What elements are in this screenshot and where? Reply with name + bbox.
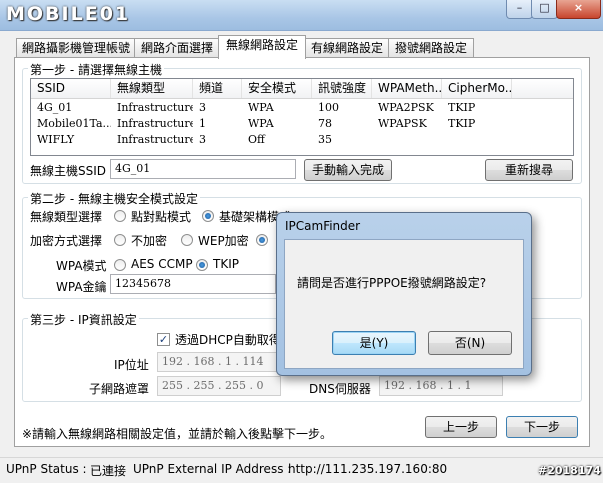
dns-label: DNS伺服器	[309, 382, 371, 396]
table-cell: 35	[318, 133, 332, 146]
upnp-ip-value: http://111.235.197.160:80	[288, 462, 448, 476]
manual-entry-button[interactable]: 手動輸入完成	[304, 159, 392, 181]
adhoc-radio[interactable]	[114, 210, 126, 222]
table-cell: WPA	[248, 101, 274, 114]
ssid-label: 無線主機SSID	[30, 164, 107, 178]
wpa-mode-label: WPA模式	[56, 259, 107, 273]
dhcp-label: 透過DHCP自動取得	[175, 333, 281, 347]
table-cell[interactable]: 4G_01	[31, 100, 111, 116]
table-cell: Off	[248, 133, 265, 146]
wireless-type-label: 無線類型選擇	[30, 210, 103, 224]
table-cell: Infrastructure	[117, 101, 193, 114]
step1-title: 第一步 - 請選擇無線主機	[28, 61, 164, 78]
watermark: #2018174	[538, 464, 601, 477]
infrastructure-radio[interactable]	[202, 210, 214, 222]
tab-wireless-settings[interactable]: 無線網路設定	[218, 35, 306, 59]
adhoc-label: 點對點模式	[131, 210, 192, 224]
tkip-radio[interactable]	[196, 259, 208, 271]
wpa-key-label: WPA金鑰	[56, 280, 107, 294]
table-cell: 3	[199, 101, 206, 114]
prev-step-button[interactable]: 上一步	[425, 416, 497, 438]
dhcp-checkbox[interactable]: ✓	[157, 333, 170, 346]
encryption-label: 加密方式選擇	[30, 234, 103, 248]
table-cell: 3	[199, 133, 206, 146]
table-cell[interactable]: WIFLY	[31, 132, 111, 148]
no-button[interactable]: 否(N)	[428, 331, 512, 355]
wep-label: WEP加密	[198, 234, 249, 248]
status-bar: UPnP Status : 已連接 UPnP External IP Addre…	[0, 457, 603, 483]
dialog-message: 請問是否進行PPPOE撥號網路設定?	[297, 276, 487, 290]
table-cell: TKIP	[448, 101, 476, 114]
table-cell: Infrastructure	[117, 117, 193, 130]
instruction-note: ※請輸入無線網路相關設定值，並請於輸入後點擊下一步。	[22, 427, 333, 441]
dns-server-field[interactable]: 192 . 168 . 1 . 1	[379, 376, 503, 396]
wpa-radio[interactable]	[256, 234, 268, 246]
ssid-input[interactable]: 4G_01	[110, 159, 296, 179]
step2-title: 第二步 - 無線主機安全模式設定	[28, 190, 200, 207]
next-step-button[interactable]: 下一步	[506, 416, 578, 438]
tkip-label: TKIP	[213, 257, 239, 271]
wpa-key-input[interactable]: 12345678	[110, 274, 276, 294]
no-encryption-label: 不加密	[131, 234, 168, 248]
title-bar: MOBILE01 – □ ×	[0, 0, 603, 31]
table-cell: 1	[199, 117, 206, 130]
wep-radio[interactable]	[181, 234, 193, 246]
col-channel[interactable]: 頻道	[193, 79, 242, 98]
col-ssid[interactable]: SSID	[31, 79, 111, 98]
ip-address-field[interactable]: 192 . 168 . 1 . 114	[157, 352, 281, 372]
minimize-button[interactable]: –	[506, 0, 533, 19]
close-button[interactable]: ×	[556, 0, 601, 19]
col-wpa-method[interactable]: WPAMeth...	[372, 79, 442, 98]
ip-label: IP位址	[114, 358, 149, 372]
upnp-ip-label: UPnP External IP Address :	[133, 462, 292, 476]
tab-wired-settings[interactable]: 有線網路設定	[304, 38, 390, 58]
subnet-mask-field[interactable]: 255 . 255 . 255 . 0	[157, 376, 281, 396]
tab-network-interface[interactable]: 網路介面選擇	[134, 38, 220, 58]
upnp-status-value: 已連接	[90, 464, 127, 478]
aes-ccmp-radio[interactable]	[114, 259, 126, 271]
table-cell: 100	[318, 101, 339, 114]
table-cell: WPAPSK	[378, 117, 427, 130]
table-cell: 78	[318, 117, 332, 130]
step3-title: 第三步 - IP資訊設定	[28, 311, 139, 328]
subnet-mask-label: 子網路遮罩	[89, 382, 150, 396]
dialog-body: 請問是否進行PPPOE撥號網路設定? 是(Y) 否(N)	[284, 239, 524, 369]
col-security[interactable]: 安全模式	[242, 79, 312, 98]
aes-ccmp-label: AES CCMP	[131, 257, 193, 271]
table-cell[interactable]: Mobile01Ta...	[31, 116, 111, 132]
col-signal[interactable]: 訊號強度	[312, 79, 372, 98]
col-type[interactable]: 無線類型	[111, 79, 193, 98]
table-cell: Infrastructure	[117, 133, 193, 146]
table-cell: WPA2PSK	[378, 101, 434, 114]
app-logo: MOBILE01	[6, 3, 131, 25]
upnp-status-label: UPnP Status :	[6, 462, 87, 476]
col-cipher-mode[interactable]: CipherMo...	[442, 79, 512, 98]
wifi-list[interactable]: SSID 無線類型 頻道 安全模式 訊號強度 WPAMeth... Cipher…	[30, 78, 574, 156]
dialog-title: IPCamFinder	[285, 219, 361, 233]
wifi-list-header: SSID 無線類型 頻道 安全模式 訊號強度 WPAMeth... Cipher…	[31, 79, 573, 99]
tab-camera-account[interactable]: 網路攝影機管理帳號	[16, 38, 136, 58]
table-cell: WPA	[248, 117, 274, 130]
table-cell: TKIP	[448, 117, 476, 130]
tab-dialup-settings[interactable]: 撥號網路設定	[388, 38, 474, 58]
pppoe-dialog: IPCamFinder 請問是否進行PPPOE撥號網路設定? 是(Y) 否(N)	[276, 212, 532, 376]
table-cell	[372, 132, 442, 148]
table-cell	[442, 132, 512, 148]
yes-button[interactable]: 是(Y)	[332, 331, 416, 355]
rescan-button[interactable]: 重新搜尋	[485, 159, 573, 181]
no-encryption-radio[interactable]	[114, 234, 126, 246]
maximize-button[interactable]: □	[531, 0, 558, 19]
